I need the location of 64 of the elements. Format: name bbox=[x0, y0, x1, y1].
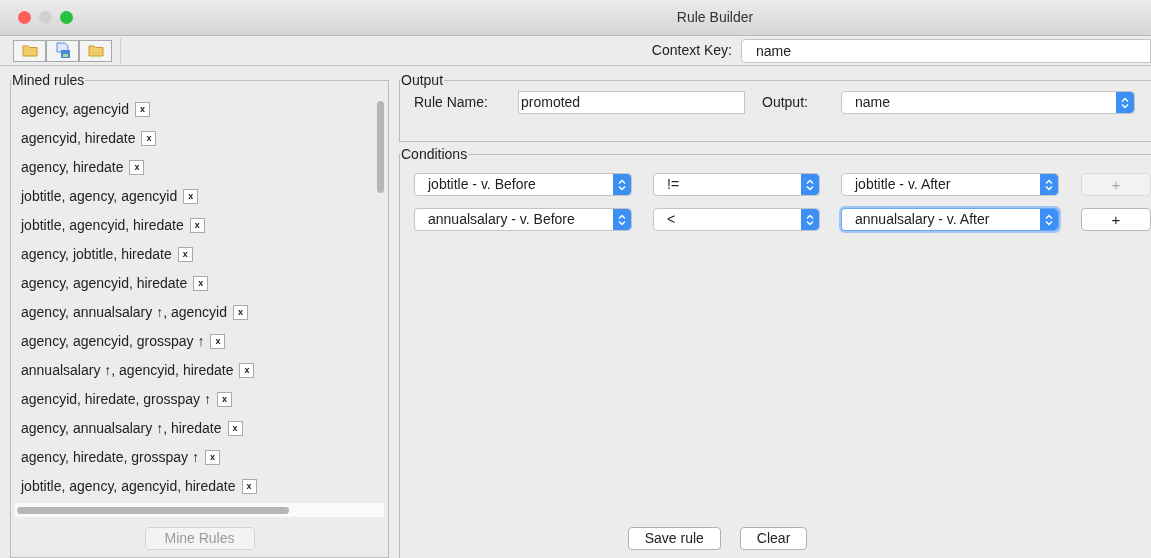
toolbar-button[interactable] bbox=[13, 39, 46, 62]
rule-label[interactable]: agency, jobtitle, hiredate bbox=[21, 244, 172, 265]
right-field-select[interactable]: annualsalary - v. After bbox=[841, 208, 1059, 231]
stepper-icon bbox=[801, 174, 819, 195]
remove-button[interactable]: x bbox=[183, 189, 199, 204]
panel-title: Mined rules bbox=[11, 71, 86, 90]
output-label: Output: bbox=[762, 93, 809, 112]
left-field-select[interactable]: annualsalary - v. Before bbox=[414, 208, 632, 231]
rule-label[interactable]: jobtitle, agency, agencyid, hiredate bbox=[21, 476, 236, 497]
context-key-label: Context Key: bbox=[651, 41, 732, 60]
rule-label[interactable]: annualsalary ↑, agencyid, hiredate bbox=[21, 360, 234, 381]
rule-label[interactable]: agency, annualsalary ↑, agencyid bbox=[21, 302, 227, 323]
action-button[interactable]: Clear bbox=[739, 527, 808, 550]
remove-button[interactable]: x bbox=[189, 218, 205, 233]
toolbar-button[interactable] bbox=[79, 39, 112, 62]
rule-label[interactable]: agency, hiredate bbox=[21, 157, 124, 178]
remove-button[interactable]: x bbox=[134, 102, 150, 117]
stepper-icon bbox=[613, 174, 631, 195]
operator-select[interactable]: < bbox=[653, 208, 820, 231]
operator-select[interactable]: != bbox=[653, 173, 820, 196]
remove-button[interactable]: x bbox=[177, 247, 193, 262]
close-icon[interactable] bbox=[18, 11, 31, 24]
right-field-select[interactable]: jobtitle - v. After bbox=[841, 173, 1059, 196]
stepper-icon bbox=[1040, 174, 1058, 195]
stepper-icon bbox=[613, 209, 631, 230]
remove-button[interactable]: x bbox=[141, 131, 157, 146]
remove-button[interactable]: x bbox=[233, 305, 248, 320]
rule-label[interactable]: agency, agencyid, grosspay ↑ bbox=[21, 331, 205, 352]
panel-title: Conditions bbox=[400, 145, 469, 164]
rule-label[interactable]: agency, agencyid bbox=[21, 99, 129, 120]
remove-button[interactable]: x bbox=[241, 479, 257, 494]
stepper-icon bbox=[1040, 209, 1058, 230]
toolbar-button[interactable] bbox=[46, 39, 79, 62]
stepper-icon bbox=[801, 209, 819, 230]
stepper-icon bbox=[1116, 92, 1134, 113]
save-icon bbox=[54, 42, 71, 59]
rule-label[interactable]: agency, agencyid, hiredate bbox=[21, 273, 188, 294]
rule-label[interactable]: agency, hiredate, grosspay ↑ bbox=[21, 447, 199, 468]
horizontal-scrollbar[interactable] bbox=[17, 506, 289, 514]
zoom-icon[interactable] bbox=[60, 11, 73, 24]
remove-button[interactable]: x bbox=[227, 421, 243, 436]
remove-button[interactable]: x bbox=[129, 160, 145, 175]
context-key-field[interactable]: name bbox=[741, 38, 1151, 63]
folder-icon bbox=[21, 44, 38, 57]
remove-button[interactable]: x bbox=[216, 392, 232, 407]
window-title: Rule Builder bbox=[675, 8, 755, 27]
rule-label[interactable]: jobtitle, agency, agencyid bbox=[21, 186, 178, 207]
output-select[interactable]: name bbox=[841, 91, 1135, 114]
rule-label[interactable]: agencyid, hiredate, grosspay ↑ bbox=[21, 389, 211, 410]
rule-label[interactable]: agency, annualsalary ↑, hiredate bbox=[21, 418, 222, 439]
remove-button[interactable]: x bbox=[210, 334, 226, 349]
action-button[interactable]: Save rule bbox=[627, 527, 721, 550]
folder-icon bbox=[87, 44, 104, 57]
remove-button[interactable]: x bbox=[193, 276, 209, 291]
left-field-select[interactable]: jobtitle - v. Before bbox=[414, 173, 632, 196]
panel-title: Output bbox=[400, 71, 445, 90]
rule-name-label: Rule Name: bbox=[414, 93, 489, 112]
rule-label[interactable]: agencyid, hiredate bbox=[21, 128, 136, 149]
add-condition-button[interactable]: + bbox=[1081, 208, 1151, 231]
vertical-scrollbar[interactable] bbox=[377, 101, 384, 193]
rule-name-field[interactable]: promoted bbox=[518, 91, 745, 114]
remove-button[interactable]: x bbox=[239, 363, 255, 378]
rule-label[interactable]: jobtitle, agencyid, hiredate bbox=[21, 215, 184, 236]
remove-button[interactable]: x bbox=[204, 450, 220, 465]
